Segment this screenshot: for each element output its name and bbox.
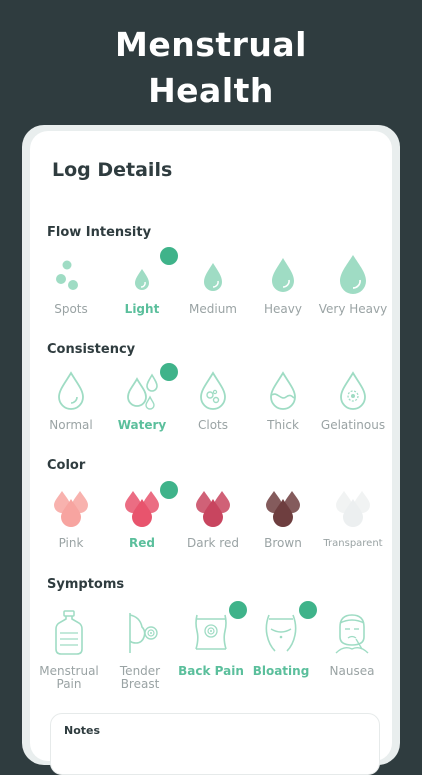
log-details-card: Log Details Flow Intensity Spots Light M… xyxy=(30,131,392,775)
consistency-option-label: Gelatinous xyxy=(320,418,386,432)
water-drops-icon xyxy=(122,363,192,411)
color-option-brown[interactable]: Brown xyxy=(246,489,320,550)
consistency-option-label: Normal xyxy=(49,418,93,432)
symptom-option-nausea[interactable]: Nausea xyxy=(315,609,389,678)
dark-red-drops-icon xyxy=(193,489,233,529)
consistency-row: Normal Watery Clots Thick Gelatinous xyxy=(30,363,392,461)
flow-option-label: Heavy xyxy=(264,302,302,316)
symptom-option-label: Bloating xyxy=(252,664,310,678)
page-title: Log Details xyxy=(52,159,173,181)
consistency-option-normal[interactable]: Normal xyxy=(34,371,108,432)
color-option-transparent[interactable]: Transparent xyxy=(316,489,390,550)
color-option-label: Brown xyxy=(264,536,302,550)
bloating-icon xyxy=(259,601,334,657)
color-option-label: Red xyxy=(129,536,155,550)
nausea-face-icon xyxy=(330,609,374,657)
symptom-label-line2: Pain xyxy=(56,677,82,691)
droplet-outline-icon xyxy=(51,371,91,411)
color-option-label: Pink xyxy=(58,536,84,550)
flow-option-label: Very Heavy xyxy=(318,302,388,316)
symptom-option-label: Menstrual Pain xyxy=(32,665,106,691)
color-option-red[interactable]: Red xyxy=(105,481,192,550)
droplet-clots-icon xyxy=(193,371,233,411)
flow-option-heavy[interactable]: Heavy xyxy=(246,255,320,316)
flow-option-label: Medium xyxy=(189,302,237,316)
color-option-dark-red[interactable]: Dark red xyxy=(176,489,250,550)
symptom-option-tender-breast[interactable]: Tender Breast xyxy=(103,609,177,691)
transparent-drops-icon xyxy=(333,489,373,529)
section-title-flow: Flow Intensity xyxy=(47,225,152,240)
spots-icon xyxy=(51,255,91,295)
consistency-option-watery[interactable]: Watery xyxy=(105,363,192,432)
droplet-xlarge-icon xyxy=(333,255,373,295)
color-option-pink[interactable]: Pink xyxy=(34,489,108,550)
hot-water-bottle-icon xyxy=(47,609,91,657)
droplet-gelatinous-icon xyxy=(333,371,373,411)
color-row: Pink Red Dark red Brown Transparent xyxy=(30,481,392,579)
symptom-label-line2: Breast xyxy=(120,677,160,691)
hero-title: Menstrual Health xyxy=(0,22,422,114)
section-title-color: Color xyxy=(47,458,86,473)
pink-drops-icon xyxy=(51,489,91,529)
symptoms-row: Menstrual Pain Tender Breast Back Pain B… xyxy=(30,601,392,709)
brown-drops-icon xyxy=(263,489,303,529)
notes-label: Notes xyxy=(64,724,101,737)
flow-option-label: Light xyxy=(124,302,160,316)
consistency-option-thick[interactable]: Thick xyxy=(246,371,320,432)
droplet-medium-icon xyxy=(193,255,233,295)
section-title-consistency: Consistency xyxy=(47,342,136,357)
hero-title-line1: Menstrual xyxy=(115,25,307,64)
back-pain-icon xyxy=(189,601,264,657)
color-option-label: Transparent xyxy=(323,538,383,549)
consistency-option-clots[interactable]: Clots xyxy=(176,371,250,432)
droplet-small-icon xyxy=(122,247,192,295)
symptom-option-bloating[interactable]: Bloating xyxy=(244,601,334,678)
consistency-option-label: Thick xyxy=(267,418,299,432)
color-option-label: Dark red xyxy=(187,536,239,550)
consistency-option-label: Watery xyxy=(117,418,167,432)
flow-option-medium[interactable]: Medium xyxy=(176,255,250,316)
symptom-option-label: Nausea xyxy=(329,664,375,678)
symptom-option-label: Tender Breast xyxy=(103,665,177,691)
droplet-thick-icon xyxy=(263,371,303,411)
section-title-symptoms: Symptoms xyxy=(47,577,125,592)
droplet-large-icon xyxy=(263,255,303,295)
flow-option-light[interactable]: Light xyxy=(105,247,192,316)
notes-field[interactable]: Notes xyxy=(50,713,380,775)
breast-icon xyxy=(118,609,162,657)
symptom-option-label: Back Pain xyxy=(178,664,244,678)
red-drops-icon xyxy=(122,481,192,529)
hero-title-line2: Health xyxy=(148,71,274,110)
flow-option-label: Spots xyxy=(54,302,88,316)
flow-option-spots[interactable]: Spots xyxy=(34,255,108,316)
flow-intensity-row: Spots Light Medium Heavy Very Heavy xyxy=(30,247,392,345)
symptom-option-back-pain[interactable]: Back Pain xyxy=(174,601,264,678)
flow-option-very-heavy[interactable]: Very Heavy xyxy=(316,255,390,316)
consistency-option-gelatinous[interactable]: Gelatinous xyxy=(316,371,390,432)
symptom-option-menstrual-pain[interactable]: Menstrual Pain xyxy=(32,609,106,691)
consistency-option-label: Clots xyxy=(197,418,228,432)
